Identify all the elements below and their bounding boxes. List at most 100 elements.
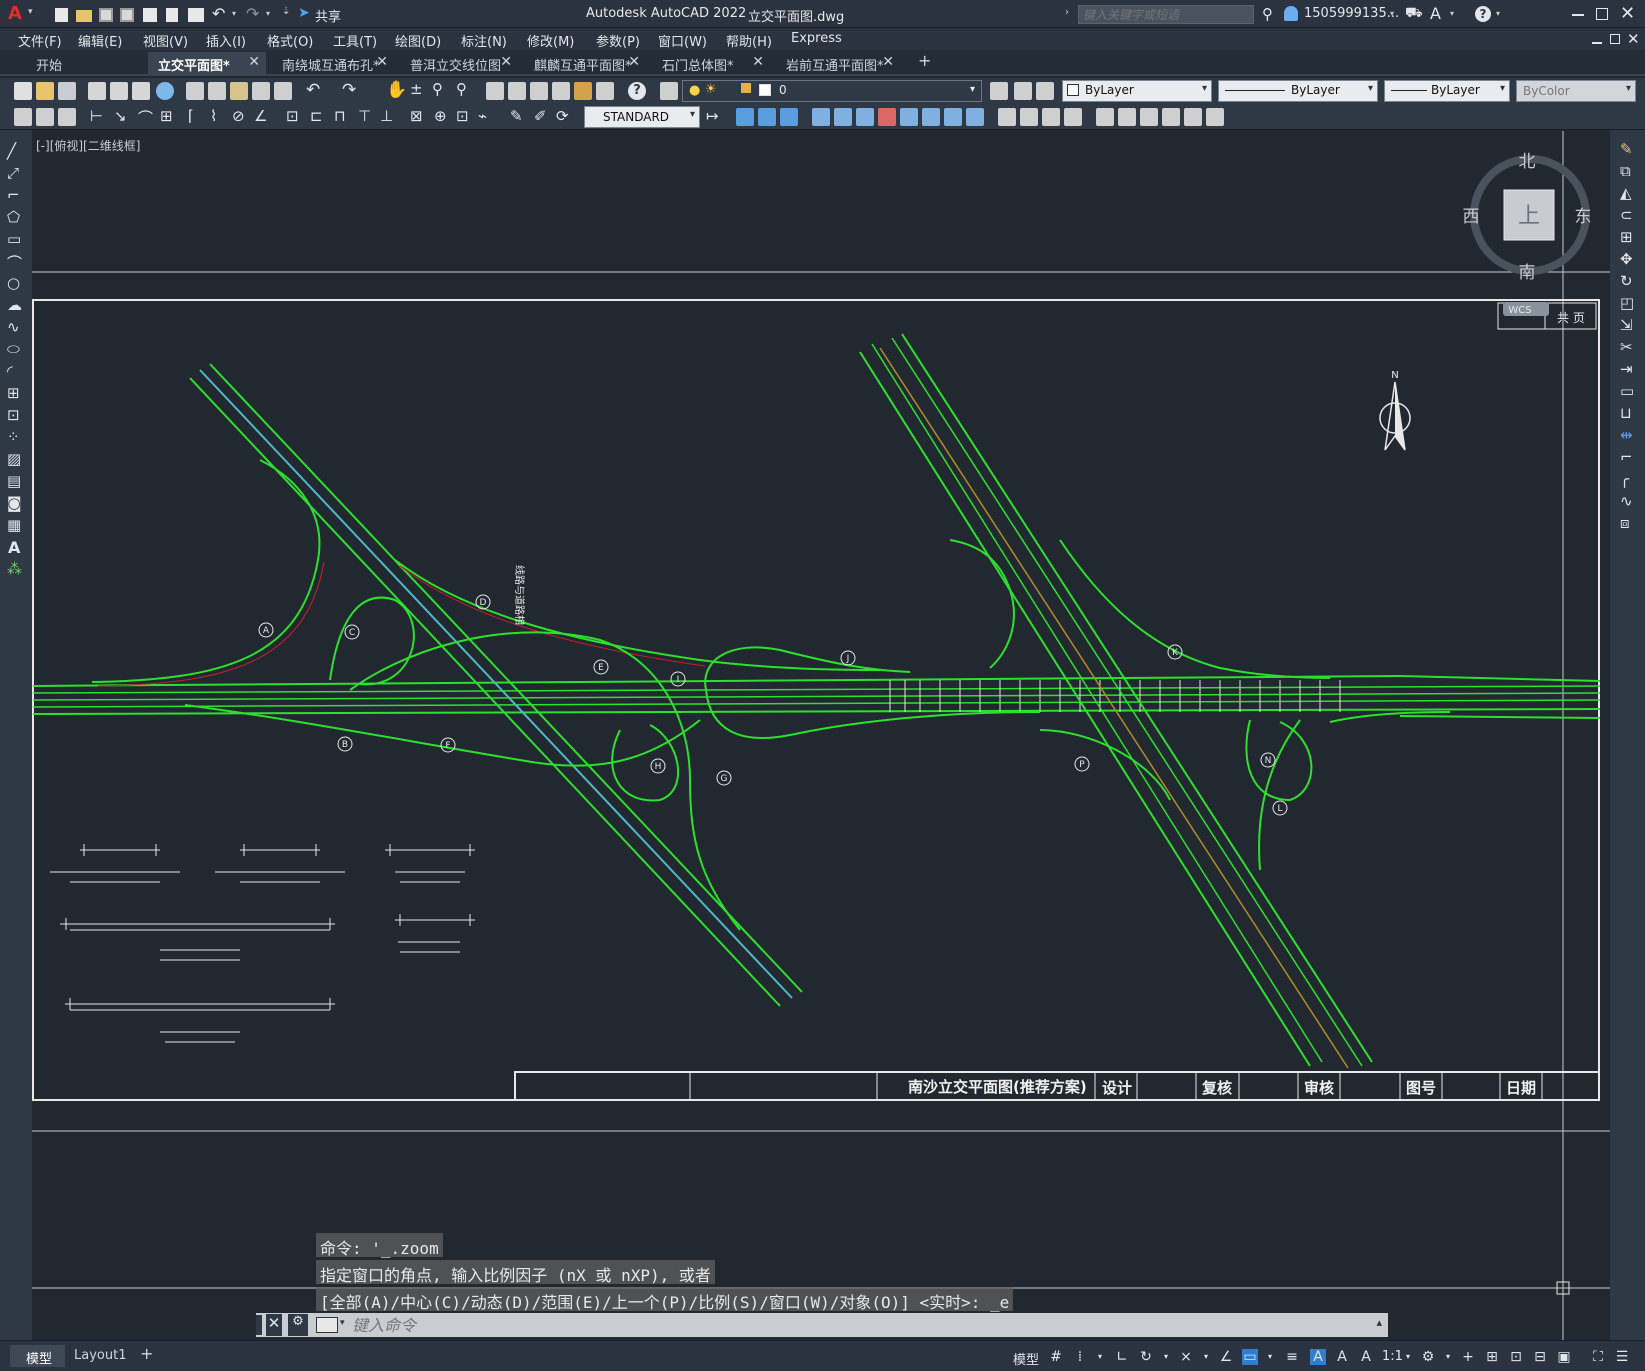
viewcube-north[interactable]: 北 xyxy=(1519,152,1536,172)
maximize-icon[interactable] xyxy=(1596,8,1608,20)
arc-icon[interactable]: ⌒ xyxy=(7,252,22,273)
publish-file-icon[interactable] xyxy=(132,82,150,100)
taper-faces-icon[interactable] xyxy=(922,108,940,126)
rotate-icon[interactable]: ↻ xyxy=(1620,272,1633,290)
radius-dim-icon[interactable]: ⌈ xyxy=(188,107,194,125)
insert-block-icon[interactable] xyxy=(14,108,32,126)
save-icon[interactable] xyxy=(99,8,113,22)
copy-icon[interactable] xyxy=(208,82,226,100)
layer-state-icon[interactable] xyxy=(1036,82,1054,100)
mtext-icon[interactable]: A xyxy=(8,538,20,557)
color-edges-icon[interactable] xyxy=(1162,108,1180,126)
lineweight-display-icon[interactable]: ≡ xyxy=(1284,1349,1300,1365)
center-mark-icon[interactable]: ⊕ xyxy=(434,107,447,125)
tab-close-icon[interactable]: ✕ xyxy=(882,54,894,70)
tab-shimen[interactable]: 石门总体图* ✕ xyxy=(652,52,770,74)
redo-icon[interactable]: ↷ xyxy=(246,4,259,23)
plot-preview-icon[interactable] xyxy=(110,82,128,100)
zoom-realtime-icon[interactable]: ± xyxy=(410,80,423,98)
command-prompt-dropdown-icon[interactable]: ▾ xyxy=(340,1318,345,1328)
menu-parametric[interactable]: 参数(P) xyxy=(596,31,640,50)
dimstyle-manager-icon[interactable]: ↦ xyxy=(706,107,719,125)
redo-tool-icon[interactable]: ↷ xyxy=(342,80,356,100)
tab-close-icon[interactable]: ✕ xyxy=(376,54,388,70)
workspace-gear-icon[interactable]: ⚙ xyxy=(1420,1349,1436,1365)
new-icon[interactable] xyxy=(55,8,68,22)
block-icon[interactable] xyxy=(36,108,54,126)
dim-space-icon[interactable]: ⊤ xyxy=(358,107,371,125)
tab-yanqian[interactable]: 岩前互通平面图* ✕ xyxy=(776,52,900,74)
insert-block-draw-icon[interactable]: ⊞ xyxy=(7,384,20,402)
hatch-icon[interactable]: ▨ xyxy=(7,450,21,468)
extend-icon[interactable]: ⇥ xyxy=(1620,360,1633,378)
lock-ui-icon[interactable]: ⊟ xyxy=(1532,1349,1548,1365)
imprint-icon[interactable] xyxy=(998,108,1016,126)
menu-insert[interactable]: 插入(I) xyxy=(206,31,246,50)
3d-print-icon[interactable] xyxy=(156,82,174,100)
redo-dropdown-icon[interactable]: ▾ xyxy=(266,9,270,18)
dim-edit-icon[interactable]: ✎ xyxy=(510,107,523,125)
command-grip-icon[interactable] xyxy=(256,1315,262,1335)
baseline-dim-icon[interactable]: ⊏ xyxy=(310,107,323,125)
stretch-icon[interactable]: ⇲ xyxy=(1620,316,1633,334)
wcs-label[interactable]: WCS xyxy=(1508,305,1531,316)
layout-tab-layout1[interactable]: Layout1 xyxy=(68,1345,140,1367)
menu-express[interactable]: Express xyxy=(791,31,842,46)
extrude-faces-icon[interactable] xyxy=(812,108,830,126)
viewcube-east[interactable]: 东 xyxy=(1575,207,1592,227)
ellipse-arc-icon[interactable]: ◜ xyxy=(7,362,13,380)
layout-tab-model[interactable]: 模型 xyxy=(10,1345,65,1367)
ortho-icon[interactable]: ∟ xyxy=(1114,1349,1130,1365)
fillet-icon[interactable]: ╭ xyxy=(1620,470,1629,488)
print-icon[interactable] xyxy=(188,8,204,22)
tab-close-icon[interactable]: ✕ xyxy=(500,54,512,70)
plot-icon[interactable] xyxy=(88,82,106,100)
units-icon[interactable]: ⊞ xyxy=(1484,1349,1500,1365)
polyline-icon[interactable]: ⌐ xyxy=(7,186,20,204)
viewcube[interactable]: 上 北 南 东 西 WCS xyxy=(1463,152,1592,316)
quick-properties-icon[interactable]: ⊡ xyxy=(1508,1349,1524,1365)
viewcube-west[interactable]: 西 xyxy=(1463,207,1480,227)
paste-icon[interactable] xyxy=(230,82,248,100)
extrude-edges-icon[interactable] xyxy=(1118,108,1136,126)
tab-puer[interactable]: 普洱立交线位图 ✕ xyxy=(400,52,518,74)
linear-dim-icon[interactable]: ⊢ xyxy=(90,107,103,125)
join-icon[interactable]: ⇹ xyxy=(1620,426,1633,444)
line-icon[interactable]: ╱ xyxy=(7,142,16,160)
spline-icon[interactable]: ∿ xyxy=(7,318,20,336)
blend-curves-icon[interactable]: ∿ xyxy=(1620,492,1633,510)
fullscreen-icon[interactable]: ⛶ xyxy=(1590,1349,1606,1365)
layer-previous-icon[interactable] xyxy=(1014,82,1032,100)
autodesk-a360-icon[interactable]: A xyxy=(1430,4,1441,23)
help-tool-icon[interactable]: ? xyxy=(628,82,646,100)
isodraft-icon[interactable]: ⨯ xyxy=(1178,1349,1194,1365)
isolate-objects-icon[interactable]: ▣ xyxy=(1556,1349,1572,1365)
subtract-icon[interactable] xyxy=(758,108,776,126)
lineweight-combo[interactable]: ByLayer ▾ xyxy=(1384,80,1510,102)
scale-icon[interactable]: ◰ xyxy=(1620,294,1634,312)
menu-window[interactable]: 窗口(W) xyxy=(658,31,707,50)
break-at-point-icon[interactable]: ▭ xyxy=(1620,382,1634,400)
copy-faces-icon[interactable] xyxy=(944,108,962,126)
object-snap-dropdown-icon[interactable]: ▾ xyxy=(1262,1349,1278,1365)
polar-dropdown-icon[interactable]: ▾ xyxy=(1158,1349,1174,1365)
tool-palettes-icon[interactable] xyxy=(530,82,548,100)
command-customize-icon[interactable]: ⚙ xyxy=(288,1314,308,1336)
customization-menu-icon[interactable]: ☰ xyxy=(1614,1349,1630,1365)
tab-close-icon[interactable]: ✕ xyxy=(628,54,640,70)
snap-dropdown-icon[interactable]: ▾ xyxy=(1092,1349,1108,1365)
trim-icon[interactable]: ✂ xyxy=(1620,338,1633,356)
layer-properties-icon[interactable] xyxy=(660,82,678,100)
menu-tools[interactable]: 工具(T) xyxy=(333,31,377,50)
doc-close-icon[interactable]: ✕ xyxy=(1627,30,1640,48)
menu-dimension[interactable]: 标注(N) xyxy=(461,31,507,50)
command-history-toggle-icon[interactable]: ▴ xyxy=(1376,1316,1382,1329)
region-icon[interactable]: ◙ xyxy=(7,494,22,512)
help-icon[interactable]: ? xyxy=(1475,6,1491,22)
command-close-icon[interactable]: ✕ xyxy=(266,1314,282,1336)
construction-line-icon[interactable]: ⤢ xyxy=(7,164,19,182)
undo-dropdown-icon[interactable]: ▾ xyxy=(232,9,236,18)
menu-view[interactable]: 视图(V) xyxy=(143,31,188,50)
slice-icon[interactable] xyxy=(1206,108,1224,126)
close-icon[interactable]: ✕ xyxy=(1620,3,1635,24)
